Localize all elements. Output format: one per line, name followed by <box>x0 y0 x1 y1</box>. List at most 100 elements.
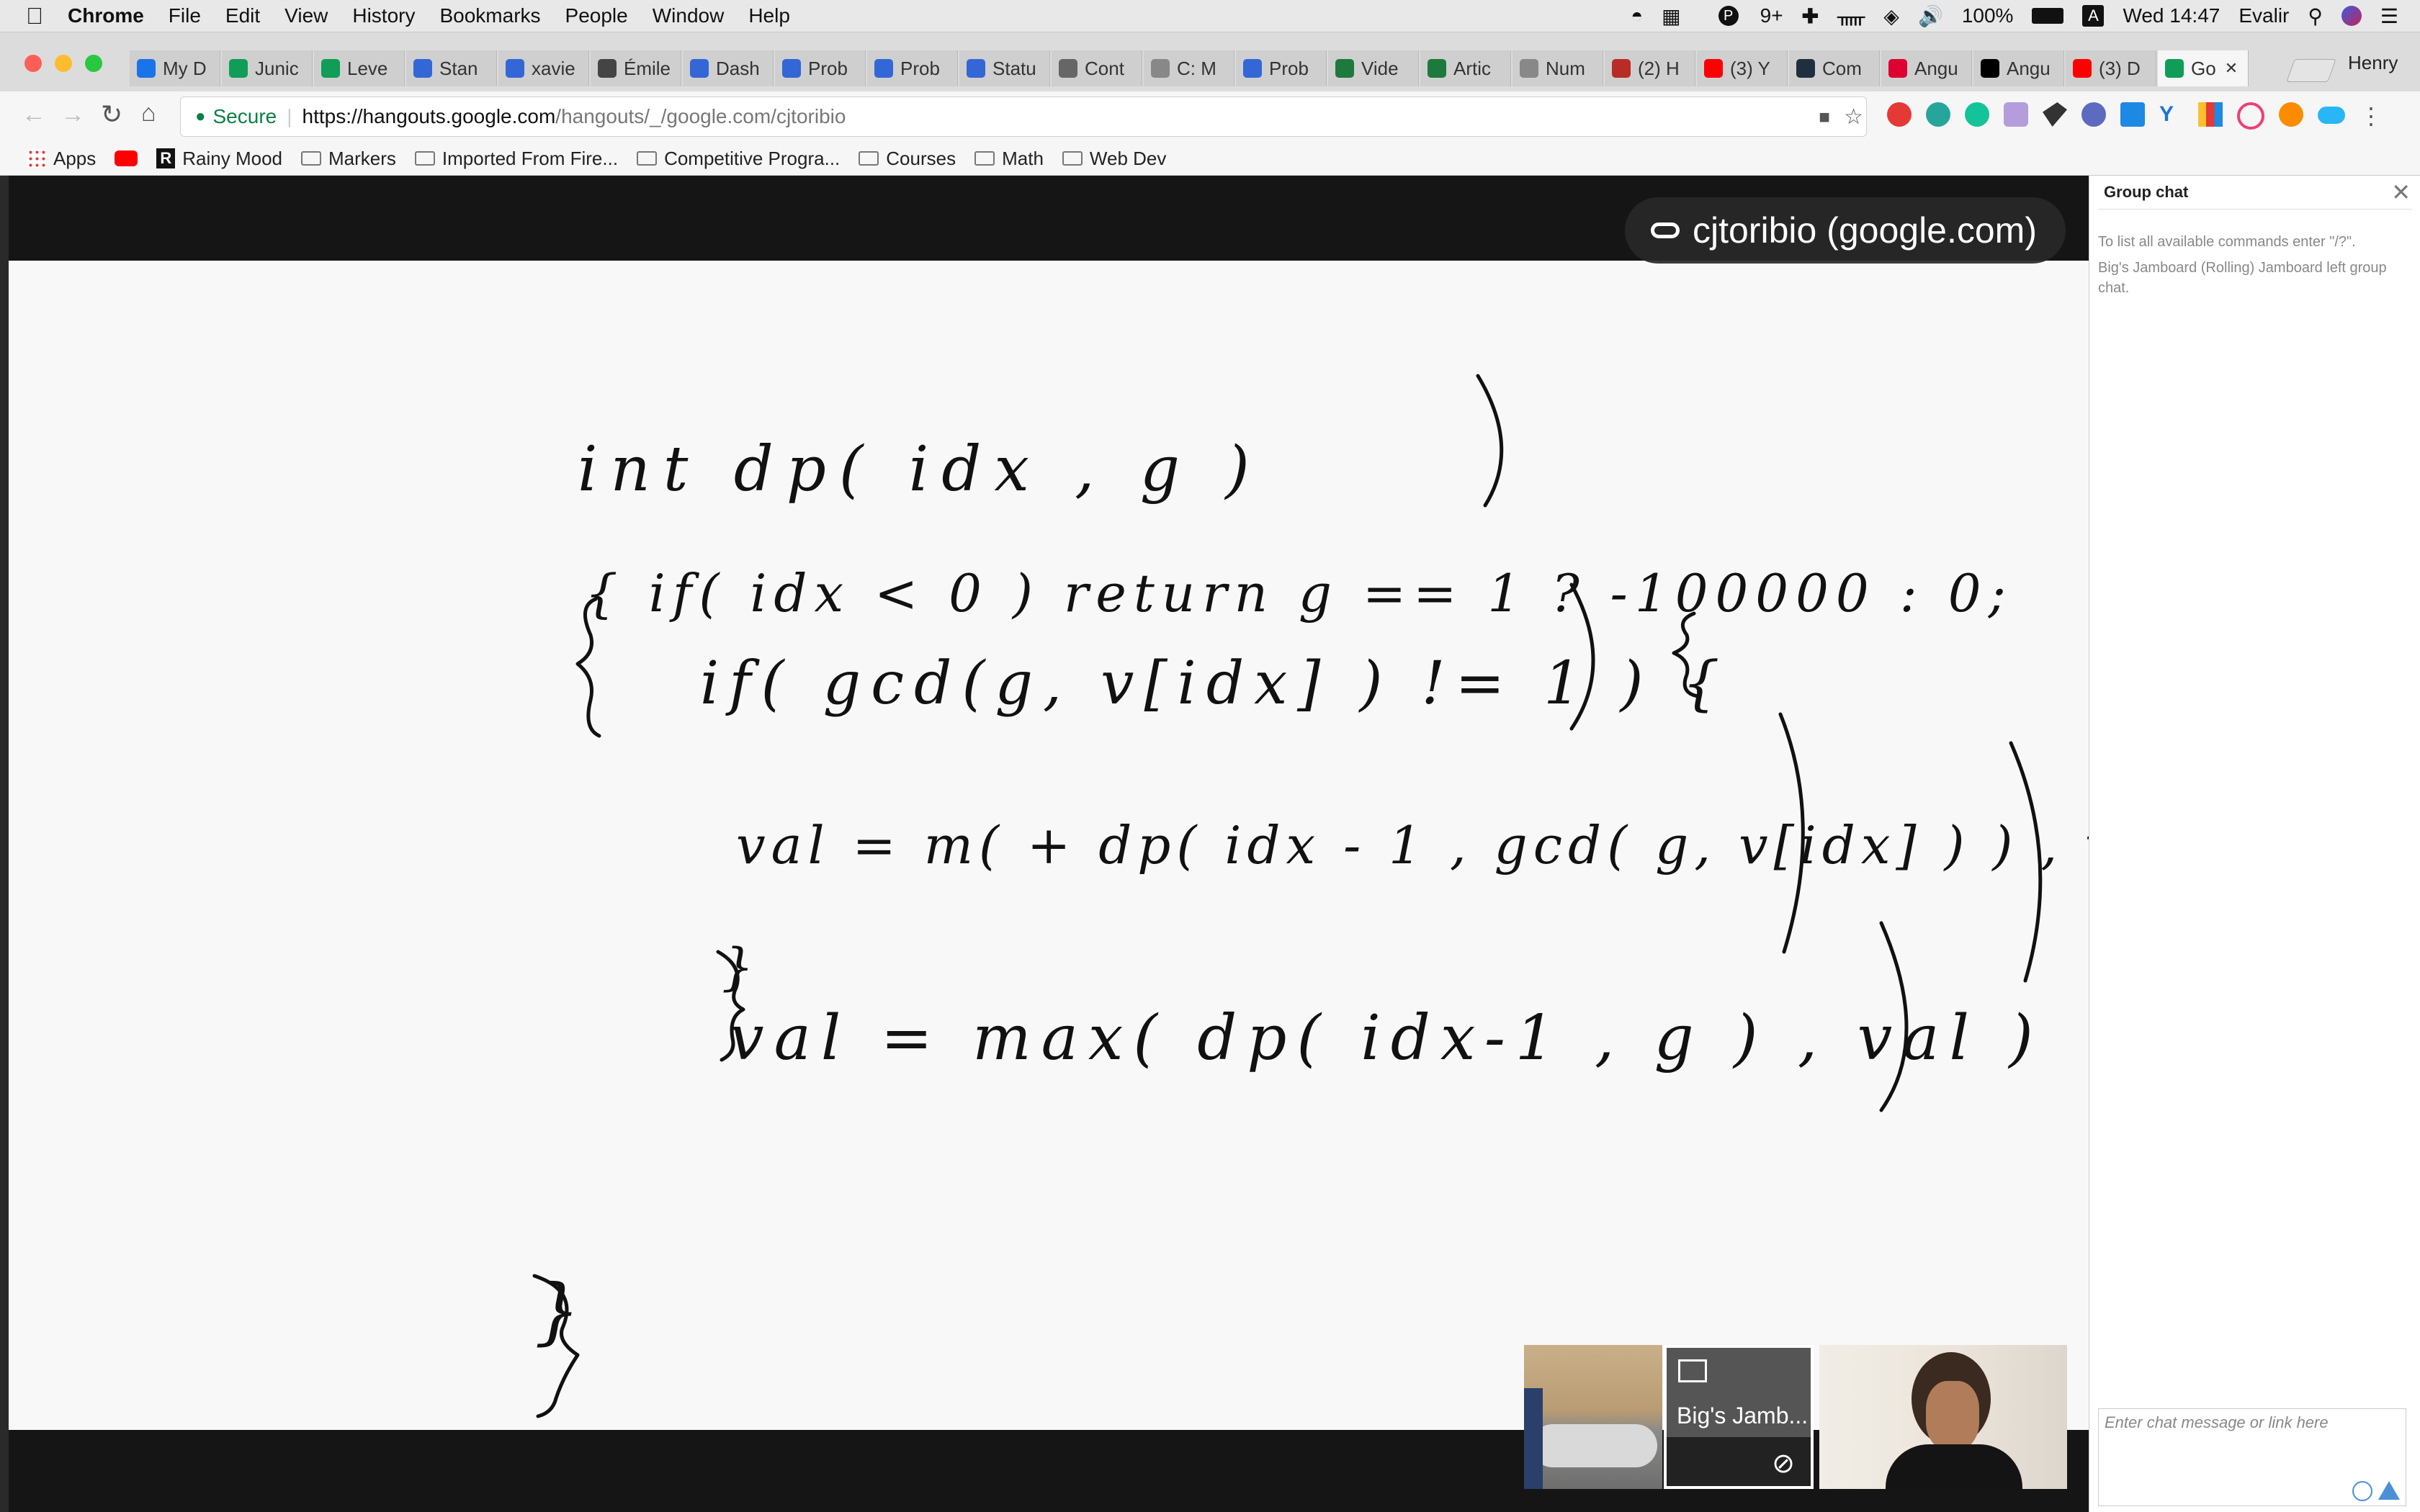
participant-thumb-room[interactable] <box>1524 1345 1662 1489</box>
tab[interactable]: Num <box>1512 50 1603 86</box>
chat-close-icon[interactable]: ✕ <box>2391 179 2411 206</box>
tab-active[interactable]: Go ✕ <box>2158 50 2249 86</box>
apple-icon[interactable]:  <box>26 3 43 30</box>
tab[interactable]: Vide <box>1328 50 1419 86</box>
menu-view[interactable]: View <box>284 4 328 27</box>
camera-indicator-icon[interactable]: ■ <box>1819 106 1830 128</box>
tab[interactable]: Prob <box>1236 50 1327 86</box>
extension-icon-hammer[interactable] <box>2043 102 2067 127</box>
tab-label: Prob <box>900 57 940 79</box>
profile-name[interactable]: Henry <box>2348 52 2398 74</box>
tab[interactable]: My D <box>130 50 220 86</box>
menu-file[interactable]: File <box>169 4 201 27</box>
tab-favicon-icon <box>1151 59 1170 78</box>
extension-icon-cloud[interactable] <box>2318 107 2345 124</box>
menu-window[interactable]: Window <box>653 4 725 27</box>
tab[interactable]: Leve <box>314 50 405 86</box>
extension-icon-flame[interactable] <box>2279 102 2303 127</box>
tab[interactable]: Prob <box>867 50 958 86</box>
tab[interactable]: Com <box>1789 50 1880 86</box>
spotlight-icon[interactable]: ⚲ <box>2308 4 2323 28</box>
chrome-menu-icon[interactable]: ⋮ <box>2360 102 2383 130</box>
extension-icon-y[interactable]: Y <box>2159 102 2184 127</box>
tab[interactable]: Dash <box>683 50 774 86</box>
participant-thumb-person[interactable] <box>1819 1345 2067 1489</box>
extension-icon-bars[interactable] <box>2198 102 2223 127</box>
extension-icon-calendar[interactable] <box>2120 102 2145 127</box>
input-source-icon[interactable]: A <box>2082 5 2105 27</box>
tab[interactable]: Statu <box>959 50 1050 86</box>
tab[interactable]: (2) H <box>1605 50 1695 86</box>
tab[interactable]: Junic <box>222 50 313 86</box>
tab[interactable]: Cont <box>1052 50 1142 86</box>
zoom-window-icon[interactable] <box>85 55 102 72</box>
home-icon[interactable]: ⌂ <box>141 99 156 127</box>
menu-edit[interactable]: Edit <box>225 4 260 27</box>
tab[interactable]: xavie <box>498 50 589 86</box>
emoji-icon[interactable] <box>2352 1481 2372 1501</box>
tab[interactable]: Angu <box>1973 50 2064 86</box>
tab[interactable]: C: M <box>1144 50 1234 86</box>
bookmark-youtube[interactable] <box>115 150 138 166</box>
extension-icon-gear[interactable] <box>2081 102 2106 127</box>
participant-thumb-presenting[interactable]: Big's Jamb... ⊘ <box>1664 1345 1814 1489</box>
menu-help[interactable]: Help <box>748 4 790 27</box>
bookmark-star-icon[interactable]: ☆ <box>1844 104 1863 130</box>
bookmark-folder-courses[interactable]: Courses <box>859 148 956 170</box>
bluetooth-icon[interactable]: ᚅ <box>1837 4 1865 28</box>
volume-icon[interactable]: 🔊 <box>1918 4 1943 28</box>
tab-favicon-icon <box>967 59 985 78</box>
extension-icon-grammarly[interactable] <box>1965 102 1989 127</box>
tab[interactable]: Stan <box>406 50 497 86</box>
clock[interactable]: Wed 14:47 <box>2123 4 2220 27</box>
menu-bookmarks[interactable]: Bookmarks <box>439 4 540 27</box>
bookmark-folder-imported[interactable]: Imported From Fire... <box>414 148 618 170</box>
evernote-icon[interactable]: ◓ <box>1631 4 1643 27</box>
forward-arrow-icon[interactable]: → <box>60 101 85 129</box>
p-badge-icon[interactable]: P 9+ <box>1700 4 1783 27</box>
tab[interactable]: Émile <box>591 50 681 86</box>
tab[interactable]: Prob <box>775 50 866 86</box>
plus-icon[interactable]: ✚ <box>1802 4 1819 28</box>
notification-center-icon[interactable]: ☰ <box>2380 4 2398 28</box>
tab-favicon-icon <box>1704 59 1723 78</box>
tiles-icon[interactable]: ▦ <box>1662 4 1680 28</box>
battery-icon[interactable] <box>2032 8 2064 24</box>
menu-history[interactable]: History <box>352 4 415 27</box>
back-arrow-icon[interactable]: ← <box>22 101 46 129</box>
menu-people[interactable]: People <box>565 4 628 27</box>
wifi-icon[interactable]: ◈ <box>1883 4 1899 28</box>
extension-icon-adblock[interactable] <box>1887 102 1912 127</box>
tab[interactable]: Angu <box>1881 50 1972 86</box>
extension-icon-m[interactable] <box>1926 102 1950 127</box>
extension-icon-pen[interactable] <box>2004 102 2028 127</box>
drive-upload-icon[interactable] <box>2378 1481 2400 1500</box>
close-window-icon[interactable] <box>24 55 42 72</box>
new-tab-button[interactable] <box>2286 59 2336 82</box>
bookmark-folder-competitive[interactable]: Competitive Progra... <box>637 148 840 170</box>
tab-favicon-icon <box>1059 59 1077 78</box>
whiteboard-line-3: if( gcd(g, v[idx] ) != 1 ) { <box>700 649 1730 718</box>
tab[interactable]: (3) D <box>2066 50 2156 86</box>
tab-favicon-icon <box>1243 59 1262 78</box>
tab-favicon-icon <box>1428 59 1446 78</box>
tab[interactable]: (3) Y <box>1697 50 1788 86</box>
user-name[interactable]: Evalir <box>2238 4 2289 27</box>
extension-icon-ring[interactable] <box>2237 102 2264 130</box>
bookmark-folder-math[interactable]: Math <box>974 148 1044 170</box>
chat-input[interactable]: Enter chat message or link here <box>2098 1408 2406 1506</box>
minimize-window-icon[interactable] <box>55 55 72 72</box>
menu-app-name[interactable]: Chrome <box>68 4 144 27</box>
address-bar[interactable]: ● Secure | https://hangouts.google.com/h… <box>180 96 1867 137</box>
chat-title: Group chat <box>2104 183 2189 201</box>
bookmark-apps[interactable]: Apps <box>27 148 96 170</box>
tab[interactable]: Artic <box>1420 50 1511 86</box>
bookmark-rainy-mood[interactable]: R Rainy Mood <box>156 148 282 170</box>
tab-label: Angu <box>2007 57 2051 79</box>
hangout-owner-pill[interactable]: cjtoribio (google.com) <box>1625 197 2066 264</box>
reload-icon[interactable]: ↻ <box>101 99 122 130</box>
bookmark-folder-webdev[interactable]: Web Dev <box>1062 148 1166 170</box>
tab-close-icon[interactable]: ✕ <box>2225 59 2238 78</box>
bookmark-folder-markers[interactable]: Markers <box>301 148 396 170</box>
siri-icon[interactable] <box>2341 6 2362 26</box>
